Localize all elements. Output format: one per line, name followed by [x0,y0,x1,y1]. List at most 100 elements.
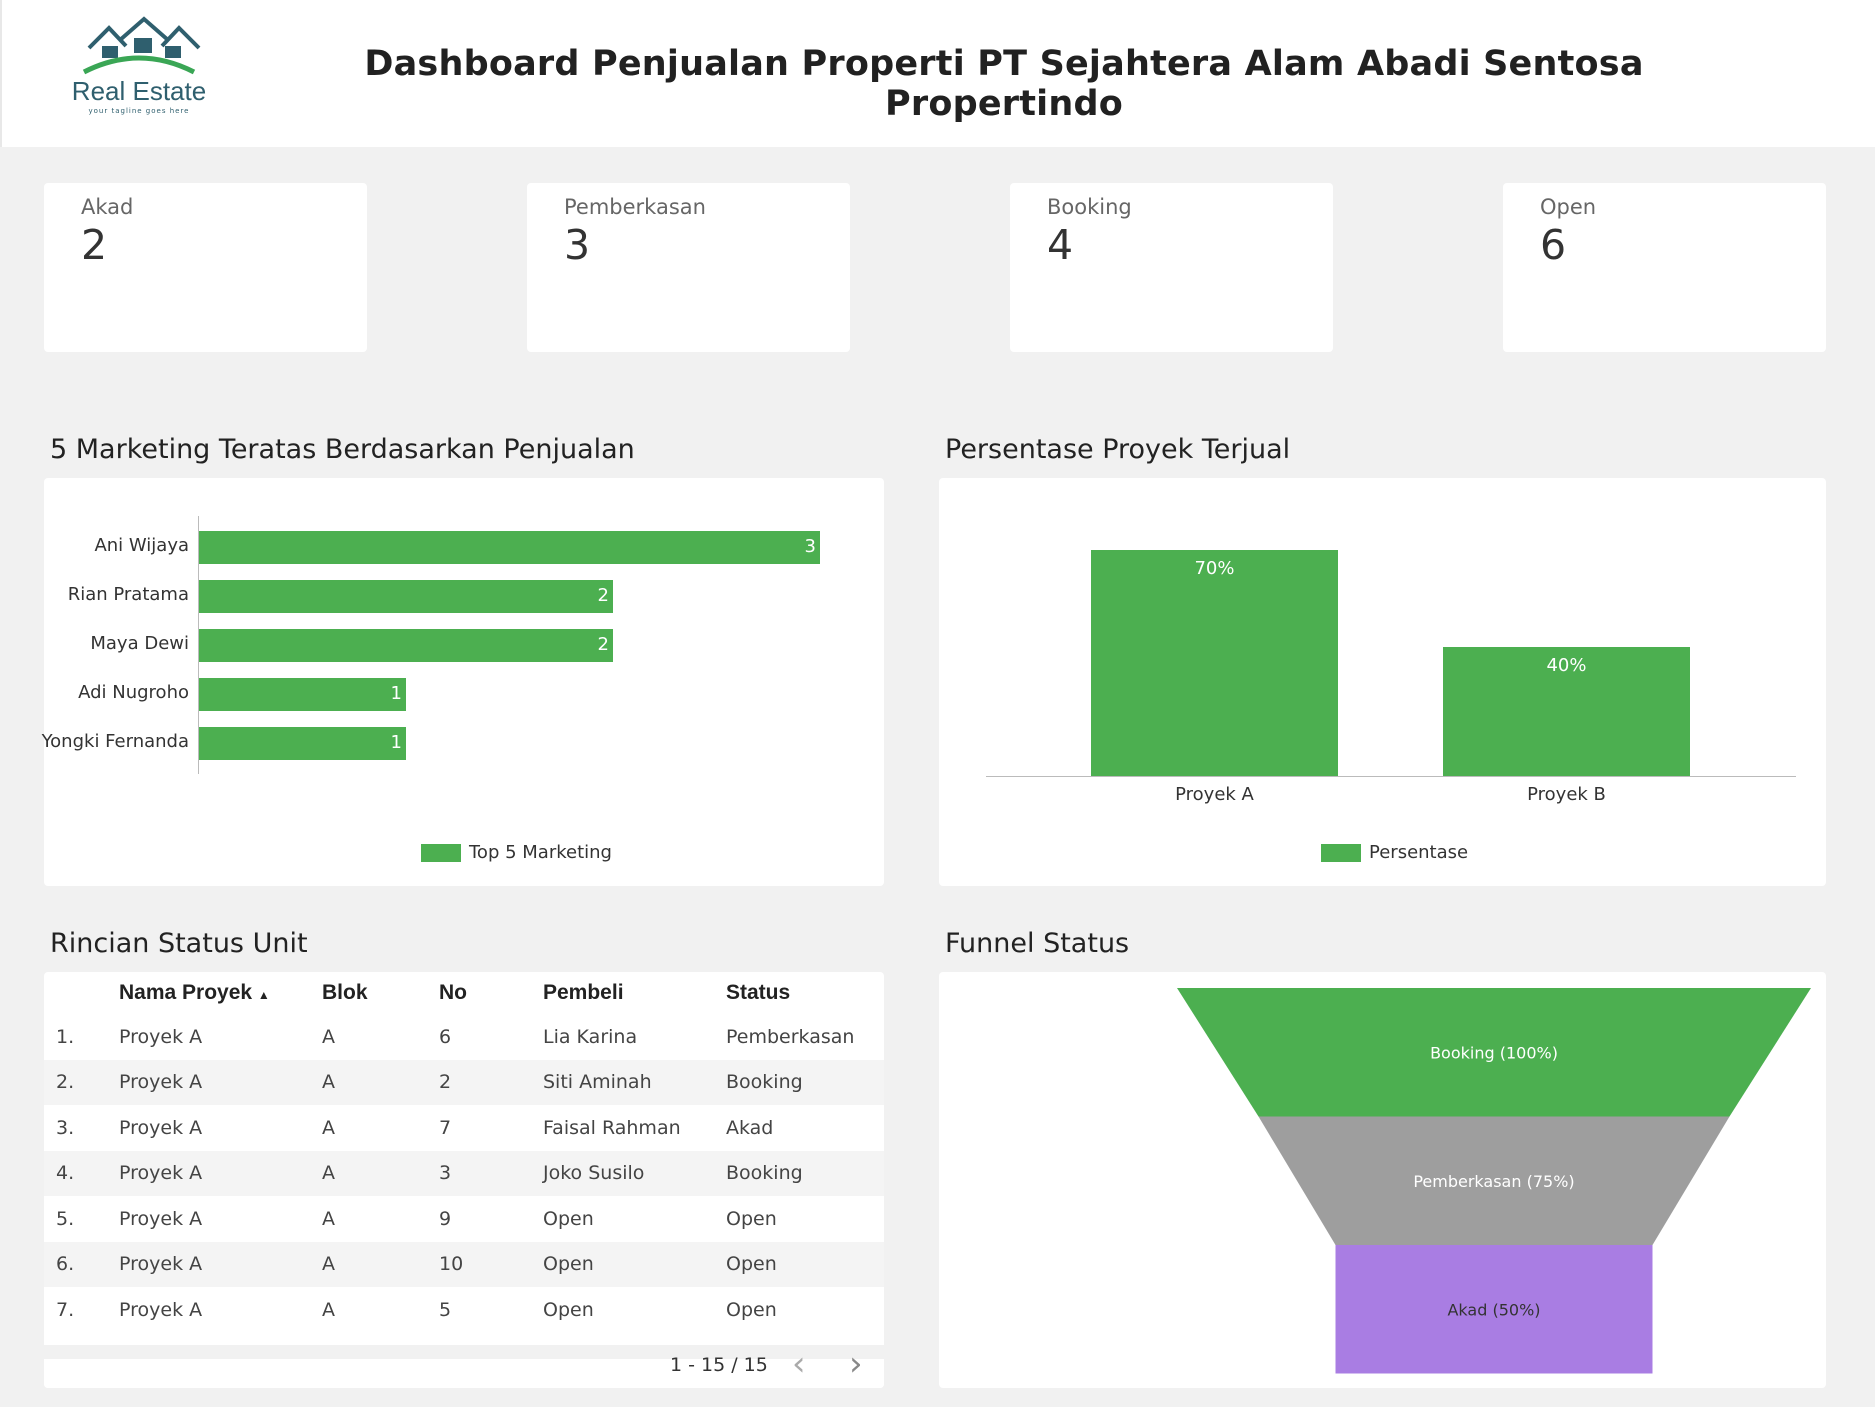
table-cell: A [322,1025,335,1048]
table-cell: Open [543,1241,726,1287]
kpi-value: 3 [564,221,591,269]
table-cell: Open [726,1207,777,1230]
kpi-card-open: Open 6 [1503,183,1826,352]
data-label: 70% [1194,557,1235,579]
funnel-label: Booking (100%) [1430,1043,1558,1062]
y-tick-label: Yongki Fernanda [41,731,189,752]
table-cell: A [322,1207,335,1230]
legend-label: Persentase [1369,842,1469,863]
bar[interactable]: 3 [199,531,820,564]
table-cell: A [322,1298,335,1321]
kpi-value: 2 [81,221,108,269]
table-cell: 3. [56,1116,75,1139]
data-label: 2 [597,585,609,606]
table-cell: 2 [439,1059,543,1105]
table-cell: 5 [439,1298,452,1321]
header: Real Estate your tagline goes here Dashb… [0,0,1875,147]
kpi-card-akad: Akad 2 [44,183,367,352]
x-axis-line [986,776,1796,777]
table-cell: Booking [726,1059,884,1105]
table-cell: 10 [439,1241,543,1287]
x-tick-label: Proyek B [1527,784,1606,805]
kpi-value: 6 [1540,221,1567,269]
y-tick-label: Ani Wijaya [94,535,189,556]
x-tick-label: Proyek A [1175,784,1254,805]
marketing-bar-chart: Top 5 Marketing Ani Wijaya 3 Rian Pratama 2… [42,478,884,886]
project-bar-chart: Persentase 70% Proyek A 40% Proyek B [939,478,1826,886]
y-tick-label: Rian Pratama [67,584,189,605]
data-label: 3 [804,536,816,557]
table-cell: 1. [56,1025,75,1048]
project-chart-title: Persentase Proyek Terjual [945,434,1291,465]
table-cell: Proyek A [119,1150,322,1196]
bar[interactable]: 40% [1443,646,1690,776]
kpi-card-booking: Booking 4 [1010,183,1333,352]
bar[interactable]: 2 [199,629,613,662]
legend-swatch [421,844,461,862]
legend: Top 5 Marketing [421,842,612,863]
table-cell: Joko Susilo [543,1150,726,1196]
table-cell: 7. [56,1298,75,1321]
bar[interactable]: 1 [199,727,406,760]
table-cell: A [322,1241,439,1287]
data-label: 2 [597,634,609,655]
table-cell: Siti Aminah [543,1059,726,1105]
marketing-chart-title: 5 Marketing Teratas Berdasarkan Penjuala… [50,434,635,465]
data-label: 1 [390,732,402,753]
funnel-label: Pemberkasan (75%) [1413,1172,1574,1191]
table-cell: 6 [439,1025,452,1048]
prev-page-button[interactable]: ‹ [792,1344,806,1384]
col-pembeli[interactable]: Pembeli [543,972,726,1014]
y-tick-label: Adi Nugroho [78,682,189,703]
table-cell: Faisal Rahman [543,1116,681,1139]
logo-tagline: your tagline goes here [88,107,190,115]
table-cell: 7 [439,1116,452,1139]
y-tick-label: Maya Dewi [90,633,189,654]
kpi-label: Open [1540,195,1597,219]
table-cell: 2. [44,1059,119,1105]
bar[interactable]: 70% [1091,549,1338,776]
table-cell: Booking [726,1150,884,1196]
table-cell: A [322,1116,335,1139]
col-no[interactable]: No [439,972,543,1014]
table-cell: Pemberkasan [726,1025,855,1048]
table-row[interactable]: 2. Proyek A A 2 Siti Aminah Booking [44,1059,884,1105]
table-cell: 4. [44,1150,119,1196]
kpi-card-pemberkasan: Pemberkasan 3 [527,183,850,352]
sort-asc-icon[interactable]: ▲ [258,988,270,1002]
table-title: Rincian Status Unit [50,928,308,959]
legend-swatch [1321,844,1361,862]
table-row[interactable]: 4. Proyek A A 3 Joko Susilo Booking [44,1150,884,1196]
page-title: Dashboard Penjualan Properti PT Sejahter… [364,44,1644,124]
legend: Persentase [1321,842,1468,863]
table-row[interactable]: 7. Proyek A A 5 Open Open [44,1287,884,1333]
bar[interactable]: 1 [199,678,406,711]
bar[interactable]: 2 [199,580,613,613]
table-cell: A [322,1150,439,1196]
next-page-button[interactable]: › [849,1344,863,1384]
table-cell: A [322,1059,439,1105]
table-row[interactable]: 3. Proyek A A 7 Faisal Rahman Akad [44,1105,884,1151]
table-cell: Proyek A [119,1059,322,1105]
col-index [44,972,119,1014]
table-cell: Proyek A [119,1116,203,1139]
logo-text: Real Estate [71,76,207,106]
pagination-text: 1 - 15 / 15 [670,1354,768,1376]
table-cell: 9 [439,1207,452,1230]
funnel-chart: Booking (100%) Pemberkasan (75%) Akad (50%… [939,972,1826,1388]
table-row[interactable]: 1. Proyek A A 6 Lia Karina Pemberkasan [44,1014,884,1060]
funnel-title: Funnel Status [945,928,1130,959]
kpi-value: 4 [1047,221,1074,269]
data-label: 40% [1546,654,1587,676]
col-nama-proyek[interactable]: Nama Proyek ▲ [119,972,322,1014]
table-cell: 5. [56,1207,75,1230]
funnel-label: Akad (50%) [1447,1300,1540,1319]
data-label: 1 [390,683,402,704]
funnel-svg: Booking (100%) Pemberkasan (75%) Akad (50%… [1177,988,1811,1374]
table-cell: Open [726,1298,777,1321]
table-row[interactable]: 5. Proyek A A 9 Open Open [44,1196,884,1242]
table-cell: Proyek A [119,1207,203,1230]
col-status[interactable]: Status [726,972,884,1014]
table-row[interactable]: 6. Proyek A A 10 Open Open [44,1241,884,1287]
col-blok[interactable]: Blok [322,972,439,1014]
